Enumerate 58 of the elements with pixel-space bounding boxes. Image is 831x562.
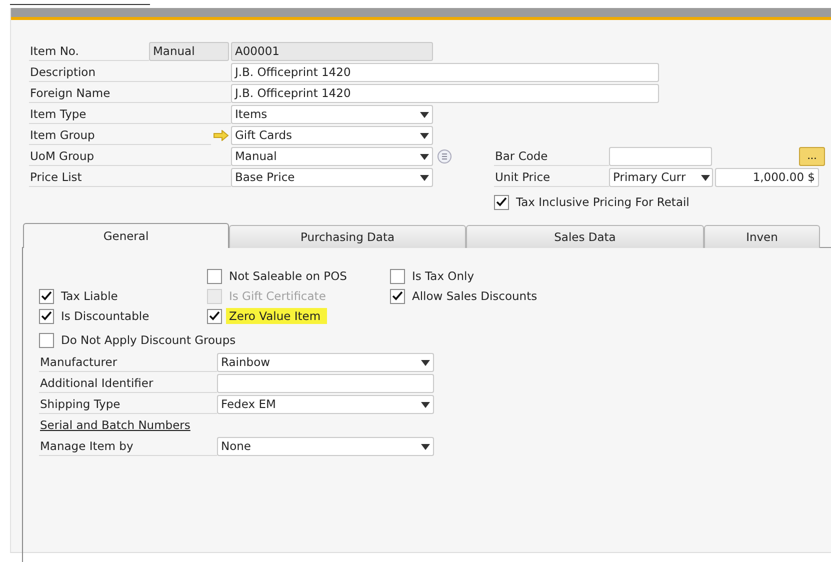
item-number-field[interactable]: A00001 <box>231 42 433 61</box>
checkbox[interactable] <box>494 194 509 210</box>
browse-button[interactable]: ... <box>799 147 825 166</box>
field-label: Additional Identifier <box>39 374 217 393</box>
caret-icon <box>421 444 430 450</box>
field-label: Item Group <box>29 126 211 145</box>
dropdown[interactable]: Base Price <box>231 168 433 187</box>
dropdown[interactable]: Items <box>231 105 433 124</box>
checkbox-label: Is Tax Only <box>412 269 474 283</box>
field-label: Manufacturer <box>39 353 217 372</box>
caret-icon <box>420 154 429 160</box>
checkbox[interactable] <box>207 308 222 324</box>
checkbox-label: Tax Inclusive Pricing For Retail <box>516 195 690 209</box>
field-label: Description <box>29 63 231 82</box>
caret-icon <box>420 174 429 180</box>
text-field[interactable]: J.B. Officeprint 1420 <box>231 63 659 82</box>
series-field[interactable]: Manual <box>149 42 229 61</box>
list-icon[interactable] <box>437 149 452 164</box>
checkbox-label: Tax Liable <box>61 289 118 303</box>
dropdown[interactable]: Fedex EM <box>217 395 434 414</box>
tab[interactable]: General <box>23 223 229 248</box>
link-arrow-icon[interactable] <box>213 130 229 141</box>
checkbox[interactable] <box>207 268 222 284</box>
checkbox-label: Not Saleable on POS <box>229 269 347 283</box>
field-label: UoM Group <box>29 147 231 166</box>
caret-icon <box>420 112 429 118</box>
tab[interactable]: Purchasing Data <box>229 225 466 248</box>
field-label: Price List <box>29 168 231 187</box>
caret-icon <box>420 132 429 138</box>
checkbox-label: Do Not Apply Discount Groups <box>61 333 236 347</box>
text-field[interactable]: J.B. Officeprint 1420 <box>231 84 659 103</box>
caret-icon <box>421 402 430 408</box>
text-field[interactable] <box>217 374 434 393</box>
dropdown[interactable]: Rainbow <box>217 353 434 372</box>
field-label: Shipping Type <box>39 395 217 414</box>
checkbox-label: Is Gift Certificate <box>229 289 326 303</box>
field-label: Manage Item by <box>39 437 217 456</box>
dropdown[interactable]: Manual <box>231 147 433 166</box>
checkbox[interactable] <box>39 288 54 304</box>
caret-icon <box>421 360 430 366</box>
field-label: Foreign Name <box>29 84 231 103</box>
tab[interactable]: Sales Data <box>466 225 704 248</box>
section-link[interactable]: Serial and Batch Numbers <box>39 416 190 435</box>
dropdown[interactable]: Primary Curr <box>609 168 713 187</box>
tab[interactable]: Inven <box>704 225 820 248</box>
checkbox-label: Is Discountable <box>61 309 150 323</box>
caret-icon <box>701 174 710 180</box>
dropdown[interactable]: None <box>217 437 434 456</box>
checkbox[interactable] <box>390 268 405 284</box>
dropdown[interactable]: Gift Cards <box>231 126 433 145</box>
checkbox[interactable] <box>390 288 405 304</box>
checkbox[interactable] <box>39 332 54 348</box>
text-field[interactable] <box>609 147 712 166</box>
field-label: Item Type <box>29 105 231 124</box>
checkbox-label: Allow Sales Discounts <box>412 289 538 303</box>
amount-field[interactable]: 1,000.00 $ <box>715 168 819 187</box>
checkbox[interactable] <box>39 308 54 324</box>
checkbox-label: Zero Value Item <box>226 308 327 324</box>
